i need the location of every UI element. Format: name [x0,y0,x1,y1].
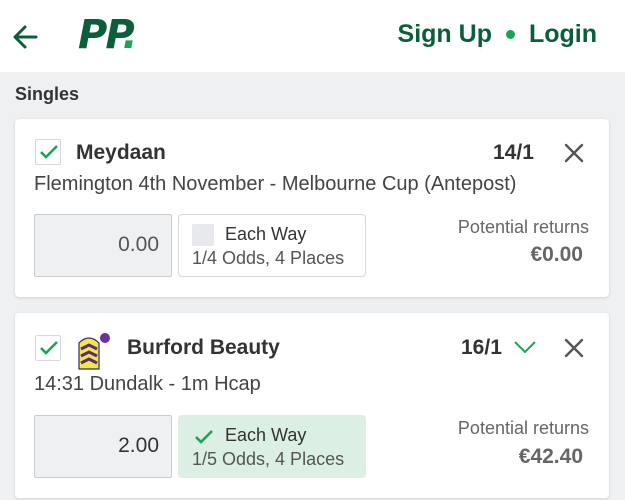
each-way-label: Each Way [225,425,307,445]
arrow-left-icon[interactable] [10,22,40,52]
stake-value: 2.00 [118,434,159,457]
stake-input[interactable]: 2.00 [34,415,172,478]
odds: 16/1 [461,336,502,359]
bet-card: Meydaan 14/1 Flemington 4th November - M… [15,119,609,297]
close-icon[interactable] [563,142,585,164]
brand-logo[interactable]: PP. [78,12,138,58]
selection-name: Meydaan [76,141,166,164]
section-title: Singles [15,84,80,104]
login-link[interactable]: Login [529,20,597,49]
each-way-toggle[interactable]: Each Way 1/4 Odds, 4 Places [178,214,366,277]
event-name: Flemington 4th November - Melbourne Cup … [34,173,517,195]
returns-label: Potential returns [457,217,589,237]
stake-input[interactable]: 0.00 [34,214,172,277]
close-icon[interactable] [563,337,585,359]
bet-card: Burford Beauty 16/1 14:31 Dundalk - 1m H… [15,313,609,498]
each-way-checkbox[interactable] [192,224,214,246]
chevron-down-icon[interactable] [513,340,537,354]
each-way-label: Each Way [225,224,307,244]
returns-value: €0.00 [530,243,583,266]
selection-name: Burford Beauty [127,336,280,359]
check-icon [195,430,213,444]
stake-value: 0.00 [118,233,159,256]
each-way-terms: 1/4 Odds, 4 Places [192,248,345,268]
selection-checkbox[interactable] [35,139,61,165]
check-icon [40,145,58,159]
each-way-terms: 1/5 Odds, 4 Places [192,449,345,469]
app-header: PP. Sign Up Login [0,0,625,72]
returns-value: €42.40 [518,445,583,468]
selection-checkbox[interactable] [35,335,61,361]
each-way-checkbox[interactable] [192,425,214,447]
separator-dot [505,30,515,39]
each-way-toggle[interactable]: Each Way 1/5 Odds, 4 Places [178,415,366,478]
event-name: 14:31 Dundalk - 1m Hcap [34,373,261,395]
returns-label: Potential returns [457,418,589,438]
auth-links: Sign Up Login [398,20,597,49]
signup-link[interactable]: Sign Up [398,20,492,49]
jockey-silks-icon [78,333,110,370]
check-icon [40,341,58,355]
odds: 14/1 [493,141,534,164]
